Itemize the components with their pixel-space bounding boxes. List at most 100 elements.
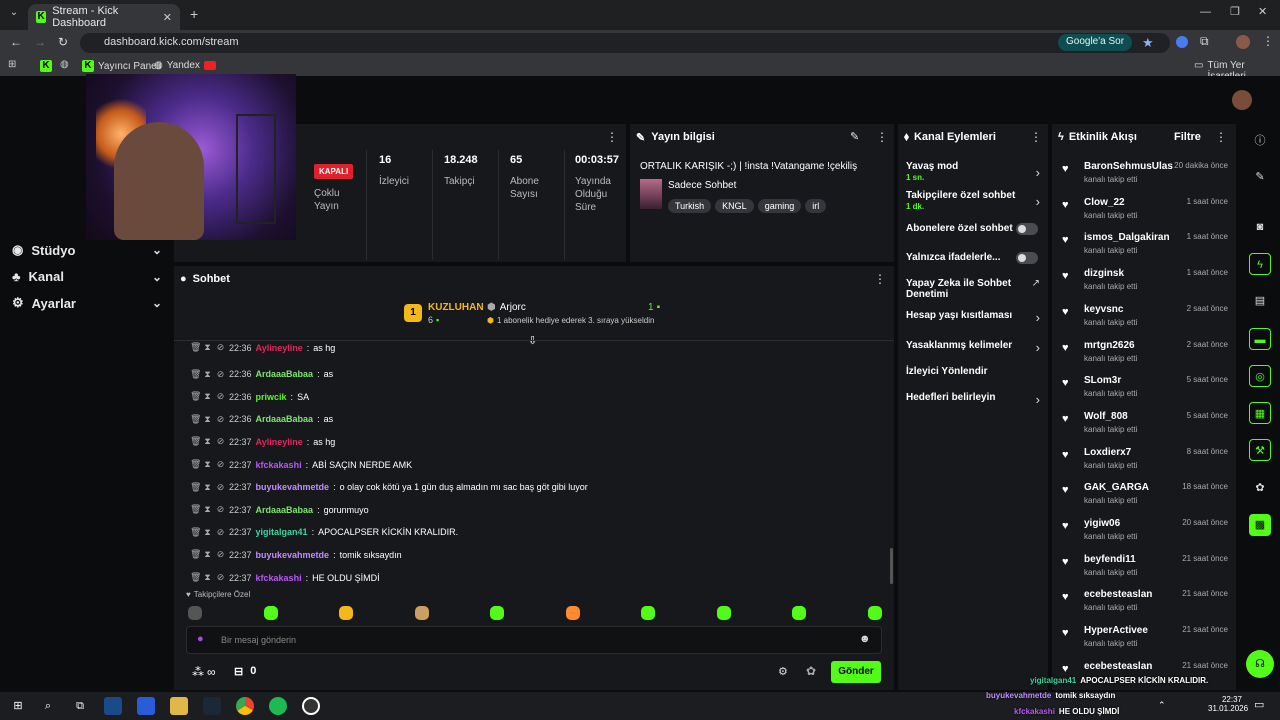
message-username[interactable]: buyukevahmetde	[256, 550, 330, 560]
emote-icon[interactable]	[188, 606, 202, 620]
clapper-icon[interactable]: ▩	[1249, 514, 1271, 536]
event-user[interactable]: yigiw06	[1084, 518, 1120, 529]
top-gifter-name[interactable]: KUZLUHAN	[428, 302, 484, 313]
task-view-icon[interactable]: ⧉	[71, 697, 89, 715]
event-user[interactable]: ismos_Dalgakiran	[1084, 232, 1170, 243]
points-indicator[interactable]: ⊟ 0	[234, 665, 256, 678]
new-tab-button[interactable]: +	[190, 6, 198, 22]
url-field[interactable]: dashboard.kick.com/stream	[80, 33, 1170, 53]
event-user[interactable]: Wolf_808	[1084, 411, 1128, 422]
emote-icon[interactable]	[565, 606, 580, 620]
camera-icon[interactable]: ◙	[1249, 216, 1271, 238]
emote-icon[interactable]	[339, 606, 353, 620]
external-link-icon[interactable]: ↗	[1032, 278, 1040, 289]
browser-tab[interactable]: K Stream - Kick Dashboard ✕	[28, 4, 180, 30]
message-username[interactable]: buyukevahmetde	[256, 482, 330, 492]
broadcast-icon[interactable]: ◎	[1249, 365, 1271, 387]
emote-icon[interactable]	[414, 606, 429, 620]
edit-icon[interactable]: ✎	[850, 130, 859, 143]
delete-icon[interactable]: 🗑	[190, 527, 201, 538]
ban-icon[interactable]: ⊘	[216, 369, 225, 380]
timeout-icon[interactable]: ⧗	[203, 391, 212, 402]
back-icon[interactable]: ←	[10, 35, 22, 49]
message-username[interactable]: Aylineyline	[256, 437, 303, 447]
info-icon[interactable]: ⓘ	[1249, 130, 1271, 152]
apps-grid-icon[interactable]: ⊞	[8, 59, 16, 70]
store-icon[interactable]	[137, 697, 155, 715]
channel-action-item[interactable]: Abonelere özel sohbet	[906, 223, 1026, 234]
send-button[interactable]: Gönder	[831, 661, 881, 683]
timeout-icon[interactable]: ⧗	[203, 504, 212, 515]
sidebar-item-channel[interactable]: ♣ Kanal ⌄	[12, 269, 162, 284]
event-user[interactable]: beyfendi11	[1084, 554, 1136, 565]
emote-icon[interactable]	[716, 606, 731, 620]
event-user[interactable]: GAK_GARGA	[1084, 482, 1149, 493]
menu-dots-icon[interactable]: ⋮	[1262, 34, 1274, 48]
channel-action-item[interactable]: Yasaklanmış kelimeler	[906, 340, 1026, 351]
google-ask-button[interactable]: Google'a Sor	[1058, 34, 1133, 51]
emote-icon[interactable]	[263, 606, 278, 620]
toggle-switch[interactable]	[1016, 223, 1038, 235]
channel-action-item[interactable]: Yalnızca ifadelerle...	[906, 252, 1026, 263]
chat-settings-icon[interactable]: ⚙	[778, 665, 788, 678]
bookmark-star-icon[interactable]: ★	[1142, 35, 1154, 51]
mod-tools-icon[interactable]: ✿	[806, 664, 816, 678]
rewards-indicator[interactable]: ⁂ ∞	[192, 665, 216, 679]
windows-start-icon[interactable]: ⊞	[9, 697, 27, 715]
kick-bookmark-icon[interactable]: K	[40, 60, 52, 72]
timeout-icon[interactable]: ⧗	[203, 342, 212, 353]
message-username[interactable]: ArdaaaBabaa	[256, 505, 314, 515]
timeout-icon[interactable]: ⧗	[203, 482, 212, 493]
timeout-icon[interactable]: ⧗	[203, 459, 212, 470]
youtube-bookmark-icon[interactable]	[204, 61, 216, 70]
ban-icon[interactable]: ⊘	[216, 391, 225, 402]
channel-action-item[interactable]: Hedefleri belirleyin	[906, 392, 1026, 403]
spotify-icon[interactable]	[269, 697, 287, 715]
toggle-switch[interactable]	[1016, 252, 1038, 264]
bookmark-yandex[interactable]: ◍ Yandex	[154, 60, 200, 71]
chevron-right-icon[interactable]: ›	[1036, 310, 1040, 325]
event-user[interactable]: mrtgn2626	[1084, 340, 1135, 351]
extensions-icon[interactable]: ⧉	[1200, 34, 1209, 49]
obs-icon[interactable]	[302, 697, 320, 715]
app-icon[interactable]	[104, 697, 122, 715]
chrome-icon[interactable]	[236, 697, 254, 715]
tab-menu-icon[interactable]: ⌄	[6, 7, 22, 23]
minimize-icon[interactable]: —	[1200, 6, 1211, 18]
delete-icon[interactable]: 🗑	[190, 459, 201, 470]
timeout-icon[interactable]: ⧗	[203, 527, 212, 538]
message-username[interactable]: yigitalgan41	[256, 527, 308, 537]
search-icon[interactable]: ⌕	[39, 697, 57, 715]
clock[interactable]: 22:37 31.01.2026	[1208, 695, 1248, 713]
filter-button[interactable]: Filtre	[1174, 131, 1201, 143]
bookmark-yayinci-paneli[interactable]: K Yayıncı Paneli	[82, 60, 161, 72]
document-icon[interactable]: ▤	[1249, 290, 1271, 312]
channel-action-item[interactable]: İzleyici Yönlendir	[906, 366, 1026, 377]
layout-icon[interactable]: ▦	[1249, 402, 1271, 424]
event-user[interactable]: HyperActivee	[1084, 625, 1148, 636]
sidebar-item-settings[interactable]: ⚙ Ayarlar ⌄	[12, 295, 162, 311]
delete-icon[interactable]: 🗑	[190, 572, 201, 583]
ban-icon[interactable]: ⊘	[216, 436, 225, 447]
emote-icon[interactable]	[792, 606, 806, 620]
notification-icon[interactable]: ▭	[1254, 698, 1264, 711]
ban-icon[interactable]: ⊘	[216, 414, 225, 425]
timeout-icon[interactable]: ⧗	[203, 436, 212, 447]
activity-menu-icon[interactable]: ⋮	[1215, 130, 1227, 144]
event-user[interactable]: ecebesteaslan	[1084, 589, 1152, 600]
ban-icon[interactable]: ⊘	[216, 504, 225, 515]
delete-icon[interactable]: 🗑	[190, 504, 201, 515]
ban-icon[interactable]: ⊘	[216, 459, 225, 470]
emote-icon[interactable]	[867, 606, 882, 620]
actions-menu-icon[interactable]: ⋮	[1030, 130, 1042, 144]
event-user[interactable]: keyvsnc	[1084, 304, 1123, 315]
restore-icon[interactable]: ❐	[1230, 5, 1240, 18]
profile-avatar[interactable]	[1236, 35, 1250, 49]
delete-icon[interactable]: 🗑	[190, 436, 201, 447]
delete-icon[interactable]: 🗑	[190, 414, 201, 425]
delete-icon[interactable]: 🗑	[190, 391, 201, 402]
chat-tool-icon[interactable]: ▬	[1249, 328, 1271, 350]
event-user[interactable]: dizginsk	[1084, 268, 1124, 279]
chevron-right-icon[interactable]: ›	[1036, 392, 1040, 407]
delete-icon[interactable]: 🗑	[190, 549, 201, 560]
